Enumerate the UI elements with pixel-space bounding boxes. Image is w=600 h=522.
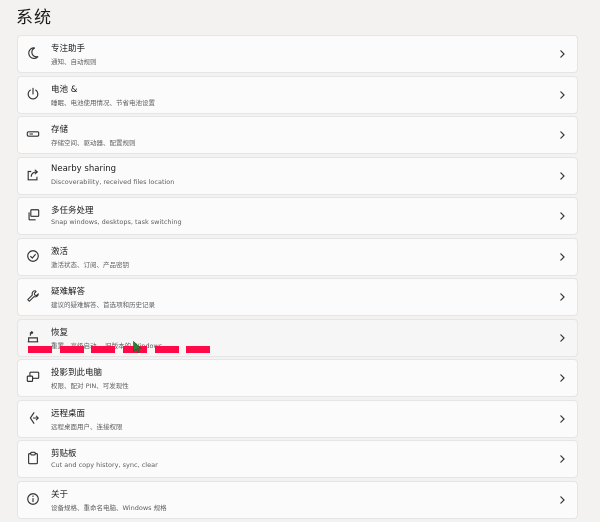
settings-item-remote-desktop[interactable]: 远程桌面 远程桌面用户、连接权限 xyxy=(17,399,578,438)
wrench-icon xyxy=(26,289,40,303)
settings-item-about[interactable]: 关于 设备规格、重命名电脑、Windows 规格 xyxy=(17,480,578,519)
settings-item-project-to-pc[interactable]: 投影到此电脑 权限、配对 PIN、可发现性 xyxy=(17,359,578,397)
settings-item-subtitle: Discoverability, received files location xyxy=(51,177,175,186)
chevron-right-icon xyxy=(558,373,566,383)
chevron-right-icon xyxy=(558,252,566,262)
settings-item-title: 专注助手 xyxy=(51,44,86,54)
chevron-right-icon xyxy=(558,414,566,424)
clipboard-icon xyxy=(26,451,40,465)
chevron-right-icon xyxy=(558,495,566,505)
settings-item-multitasking[interactable]: 多任务处理 Snap windows, desktops, task switc… xyxy=(17,197,578,235)
settings-item-title: 激活 xyxy=(51,246,69,257)
settings-item-title: 恢复 xyxy=(51,327,69,338)
settings-item-subtitle: Snap windows, desktops, task switching xyxy=(51,218,182,226)
redaction-mark xyxy=(28,345,52,353)
settings-item-title: 电池 & xyxy=(51,84,78,95)
chevron-right-icon xyxy=(558,171,566,181)
redaction-mark xyxy=(60,345,84,353)
mouse-cursor-icon xyxy=(133,338,142,353)
settings-item-clipboard[interactable]: 剪贴板 Cut and copy history, sync, clear xyxy=(17,440,578,478)
settings-item-activation[interactable]: 激活 激活状态、订阅、产品密钥 xyxy=(17,237,578,276)
settings-item-title: 投影到此电脑 xyxy=(51,368,103,378)
power-icon xyxy=(26,87,40,101)
settings-item-title: 远程桌面 xyxy=(51,408,86,419)
settings-item-title: 关于 xyxy=(51,489,69,500)
settings-item-power-battery[interactable]: 电池 & 睡眠、电池使用情况、节省电池设置 xyxy=(17,75,578,114)
settings-item-subtitle: 激活状态、订阅、产品密钥 xyxy=(51,260,129,269)
settings-item-subtitle: 通知、自动规则 xyxy=(51,58,97,66)
settings-item-storage[interactable]: 存储 存储空间、驱动器、配置规则 xyxy=(17,116,578,154)
chevron-right-icon xyxy=(558,49,566,59)
settings-item-focus-assist[interactable]: 专注助手 通知、自动规则 xyxy=(17,35,578,73)
settings-item-subtitle: 建议的疑难解答、首选项和历史记录 xyxy=(51,301,155,309)
check-circle-icon xyxy=(26,249,40,263)
page-title: 系统 xyxy=(16,8,52,28)
settings-item-nearby-sharing[interactable]: Nearby sharing Discoverability, received… xyxy=(17,156,578,195)
chevron-right-icon xyxy=(558,333,566,343)
moon-icon xyxy=(26,46,40,60)
multitask-icon xyxy=(26,208,40,222)
share-icon xyxy=(26,168,40,182)
settings-item-subtitle: 权限、配对 PIN、可发现性 xyxy=(51,382,129,390)
settings-list: 专注助手 通知、自动规则 电池 & 睡眠、电池使用情况、节省电池设置 存储 存储… xyxy=(17,35,578,521)
remote-desktop-icon xyxy=(26,411,40,425)
chevron-right-icon xyxy=(558,292,566,302)
chevron-right-icon xyxy=(558,90,566,100)
settings-item-title: Nearby sharing xyxy=(51,163,117,174)
chevron-right-icon xyxy=(558,130,566,140)
project-icon xyxy=(26,370,40,384)
redaction-mark xyxy=(186,345,210,353)
recovery-icon xyxy=(26,330,40,344)
redaction-mark xyxy=(155,345,179,353)
settings-item-subtitle: 设备规格、重命名电脑、Windows 规格 xyxy=(51,503,167,512)
settings-item-subtitle: 睡眠、电池使用情况、节省电池设置 xyxy=(51,98,155,107)
settings-item-troubleshoot[interactable]: 疑难解答 建议的疑难解答、首选项和历史记录 xyxy=(17,278,578,316)
storage-icon xyxy=(26,127,40,141)
settings-item-title: 存储 xyxy=(51,125,69,135)
chevron-right-icon xyxy=(558,211,566,221)
settings-item-subtitle: 远程桌面用户、连接权限 xyxy=(51,422,123,431)
chevron-right-icon xyxy=(558,454,566,464)
settings-item-title: 疑难解答 xyxy=(51,287,86,297)
settings-item-subtitle: Cut and copy history, sync, clear xyxy=(51,461,158,469)
info-icon xyxy=(26,492,40,506)
settings-item-recovery[interactable]: 恢复 重置、高级启动、 旧版本的 Windows xyxy=(17,318,578,357)
settings-item-title: 多任务处理 xyxy=(51,206,94,216)
redaction-mark xyxy=(91,345,115,353)
settings-item-subtitle: 存储空间、驱动器、配置规则 xyxy=(51,139,136,147)
settings-item-title: 剪贴板 xyxy=(51,449,77,459)
